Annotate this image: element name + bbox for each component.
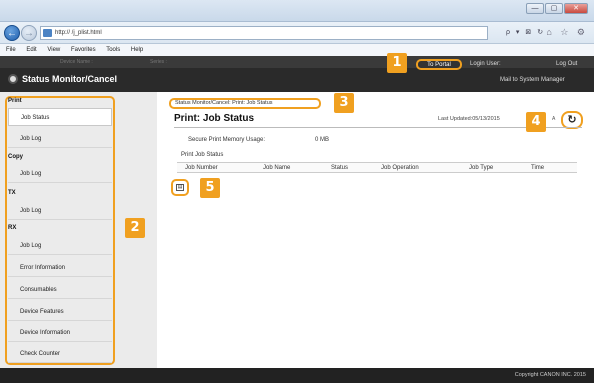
menu-file[interactable]: File (6, 47, 16, 53)
print-job-status-heading: Print Job Status (181, 152, 224, 158)
sidebar-item-check-counter[interactable]: Check Counter (8, 345, 112, 363)
browser-title-bar: — ▢ ✕ (0, 0, 594, 22)
address-row: ← → http:// /j_plist.html ρ ▾ ⊠ ↻ ⌂ ☆ ⚙ (0, 22, 594, 44)
callout-4: 4 (526, 112, 546, 132)
column-job-type: Job Type (469, 165, 494, 171)
main-content: Status Monitor/Cancel: Print: Job Status… (157, 92, 594, 368)
sidebar-item-consumables[interactable]: Consumables (8, 281, 112, 299)
url-text: http:// /j_plist.html (55, 30, 102, 36)
copyright-text: Copyright CANON INC. 2015 (514, 372, 586, 378)
menu-edit[interactable]: Edit (26, 47, 36, 53)
app-header: Device Name : Series : Status Monitor/Ca… (0, 56, 594, 92)
callout-1: 1 (387, 53, 407, 73)
callout-5: 5 (200, 178, 220, 198)
column-time: Time (531, 165, 545, 171)
menu-tools[interactable]: Tools (106, 47, 120, 53)
column-job-operation: Job Operation (381, 165, 419, 171)
menu-view[interactable]: View (47, 47, 60, 53)
toolbar-icons[interactable]: ⌂ ☆ ⚙ (546, 27, 588, 38)
forward-button[interactable]: → (21, 25, 37, 41)
to-portal-button[interactable]: To Portal (416, 59, 462, 70)
last-updated-text: Last Updated:05/13/2015 (438, 116, 500, 122)
column-job-name: Job Name (263, 165, 291, 171)
callout-2: 2 (125, 218, 145, 238)
sidebar-item-copy-job-log[interactable]: Job Log (8, 165, 112, 183)
sidebar-item-rx-job-log[interactable]: Job Log (8, 237, 112, 255)
sidebar-item-print-job-status[interactable]: Job Status (8, 108, 112, 126)
app-logo-icon (8, 74, 18, 84)
address-controls[interactable]: ρ ▾ ⊠ ↻ (506, 28, 545, 36)
column-status: Status (331, 165, 349, 171)
page-icon (43, 29, 52, 37)
sidebar-section-copy: Copy (8, 154, 23, 160)
secure-print-memory-value: 0 MB (315, 137, 330, 143)
page-title: Print: Job Status (174, 113, 255, 124)
font-size-toggle[interactable]: A (552, 116, 555, 122)
back-button[interactable]: ← (4, 25, 20, 41)
sidebar-item-device-information[interactable]: Device Information (8, 324, 112, 342)
title-divider (174, 127, 582, 128)
sidebar-item-tx-job-log[interactable]: Job Log (8, 202, 112, 220)
sidebar-section-tx: TX (8, 190, 16, 196)
window-controls: — ▢ ✕ (526, 3, 588, 14)
mail-to-system-manager-link[interactable]: Mail to System Manager (500, 77, 565, 83)
sidebar-section-rx: RX (8, 225, 17, 231)
device-info-stripe: Device Name : Series : (0, 56, 594, 68)
callout-3: 3 (334, 93, 354, 113)
close-button[interactable]: ✕ (564, 3, 588, 14)
log-out-link[interactable]: Log Out (556, 61, 577, 67)
series-label: Series : (150, 59, 167, 65)
sidebar-item-device-features[interactable]: Device Features (8, 303, 112, 321)
address-bar[interactable]: http:// /j_plist.html (40, 26, 488, 40)
maximize-button[interactable]: ▢ (545, 3, 563, 14)
device-name-label: Device Name : (60, 59, 93, 65)
browser-menu-bar: File Edit View Favorites Tools Help (0, 44, 594, 56)
menu-favorites[interactable]: Favorites (71, 47, 96, 53)
app-title: Status Monitor/Cancel (22, 74, 118, 84)
save-log-button[interactable]: ▤ (171, 179, 189, 196)
job-table-header: Job Number Job Name Status Job Operation… (177, 162, 577, 173)
breadcrumb[interactable]: Status Monitor/Cancel: Print: Job Status (169, 98, 321, 109)
refresh-icon: ↻ (567, 114, 577, 126)
sidebar-item-error-information[interactable]: Error Information (8, 259, 112, 277)
app-footer: Copyright CANON INC. 2015 (0, 368, 594, 383)
menu-help[interactable]: Help (131, 47, 143, 53)
sidebar-item-print-job-log[interactable]: Job Log (8, 130, 112, 148)
download-icon: ▤ (176, 184, 184, 191)
minimize-button[interactable]: — (526, 3, 544, 14)
login-user-label: Login User: (470, 61, 501, 67)
column-job-number: Job Number (185, 165, 218, 171)
secure-print-memory-label: Secure Print Memory Usage: (188, 137, 266, 143)
sidebar-section-print: Print (8, 98, 22, 104)
